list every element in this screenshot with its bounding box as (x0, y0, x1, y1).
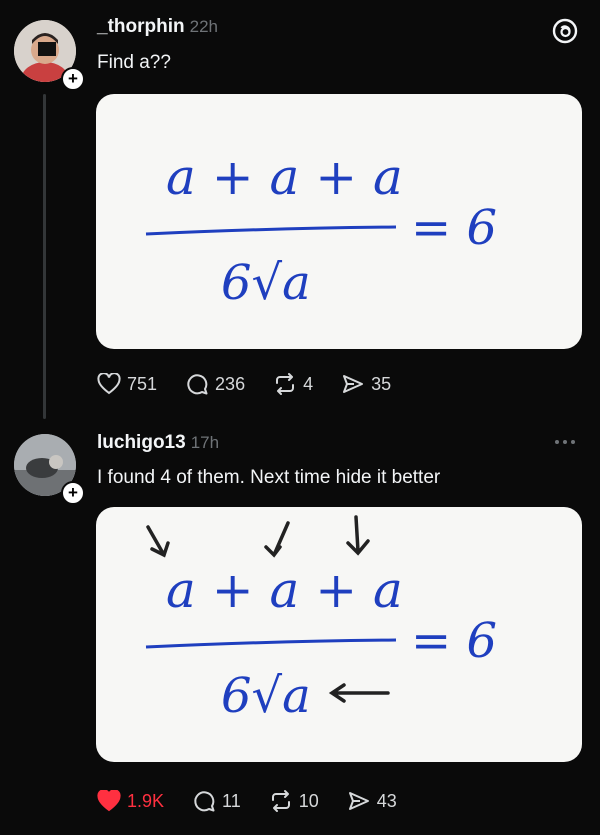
equation-numerator: a + a + a (166, 561, 403, 619)
equation-rhs: = 6 (411, 200, 497, 256)
equation-denominator: 6√a (221, 668, 311, 724)
heart-icon (97, 373, 121, 395)
more-options-icon[interactable] (552, 434, 578, 450)
share-count: 35 (371, 373, 392, 394)
repost-icon (271, 790, 290, 812)
arrow-mark (264, 521, 290, 558)
post-header: _thorphin 22h (97, 16, 218, 38)
like-button[interactable]: 1.9K (97, 790, 164, 812)
fraction-bar (145, 638, 397, 649)
username[interactable]: _thorphin (97, 16, 185, 37)
post-image[interactable]: a + a + a = 6 6√a (96, 94, 582, 349)
equation-denominator: 6√a (221, 255, 311, 311)
share-button[interactable]: 35 (341, 372, 391, 396)
fraction-bar (145, 225, 397, 236)
like-count: 1.9K (127, 790, 165, 811)
arrow-mark (146, 525, 170, 558)
follow-plus-button[interactable]: + (61, 67, 85, 91)
equation-rhs: = 6 (411, 613, 497, 669)
post-time: 17h (190, 433, 220, 452)
post-actions: 751 236 4 35 (97, 372, 419, 396)
post-header: luchigo13 17h (97, 432, 219, 454)
arrow-mark (328, 683, 390, 703)
share-button[interactable]: 43 (347, 789, 397, 813)
comment-button[interactable]: 236 (185, 372, 245, 396)
post-time: 22h (189, 17, 218, 36)
repost-count: 4 (303, 373, 314, 394)
share-count: 43 (376, 790, 397, 811)
follow-plus-button[interactable]: + (61, 481, 85, 505)
like-button[interactable]: 751 (97, 373, 157, 395)
comment-icon (187, 374, 208, 395)
threads-logo-icon[interactable] (551, 17, 579, 45)
like-count: 751 (127, 373, 158, 394)
thread-connector-line (43, 94, 46, 419)
comment-icon (194, 791, 215, 812)
heart-filled-icon (97, 790, 121, 812)
comment-button[interactable]: 11 (192, 789, 241, 813)
equation-numerator: a + a + a (166, 148, 403, 206)
post-image[interactable]: a + a + a = 6 6√a (96, 507, 582, 762)
username[interactable]: luchigo13 (97, 432, 186, 453)
repost-count: 10 (298, 790, 319, 811)
post-actions: 1.9K 11 10 43 (97, 789, 425, 813)
repost-button[interactable]: 10 (269, 789, 319, 813)
post-text: I found 4 of them. Next time hide it bet… (97, 467, 441, 488)
repost-icon (276, 373, 295, 395)
arrow-mark (346, 515, 370, 556)
repost-button[interactable]: 4 (273, 372, 313, 396)
comment-count: 11 (222, 790, 241, 811)
post-text: Find a?? (97, 52, 171, 73)
send-icon (343, 375, 364, 393)
send-icon (348, 792, 369, 810)
comment-count: 236 (215, 373, 246, 394)
